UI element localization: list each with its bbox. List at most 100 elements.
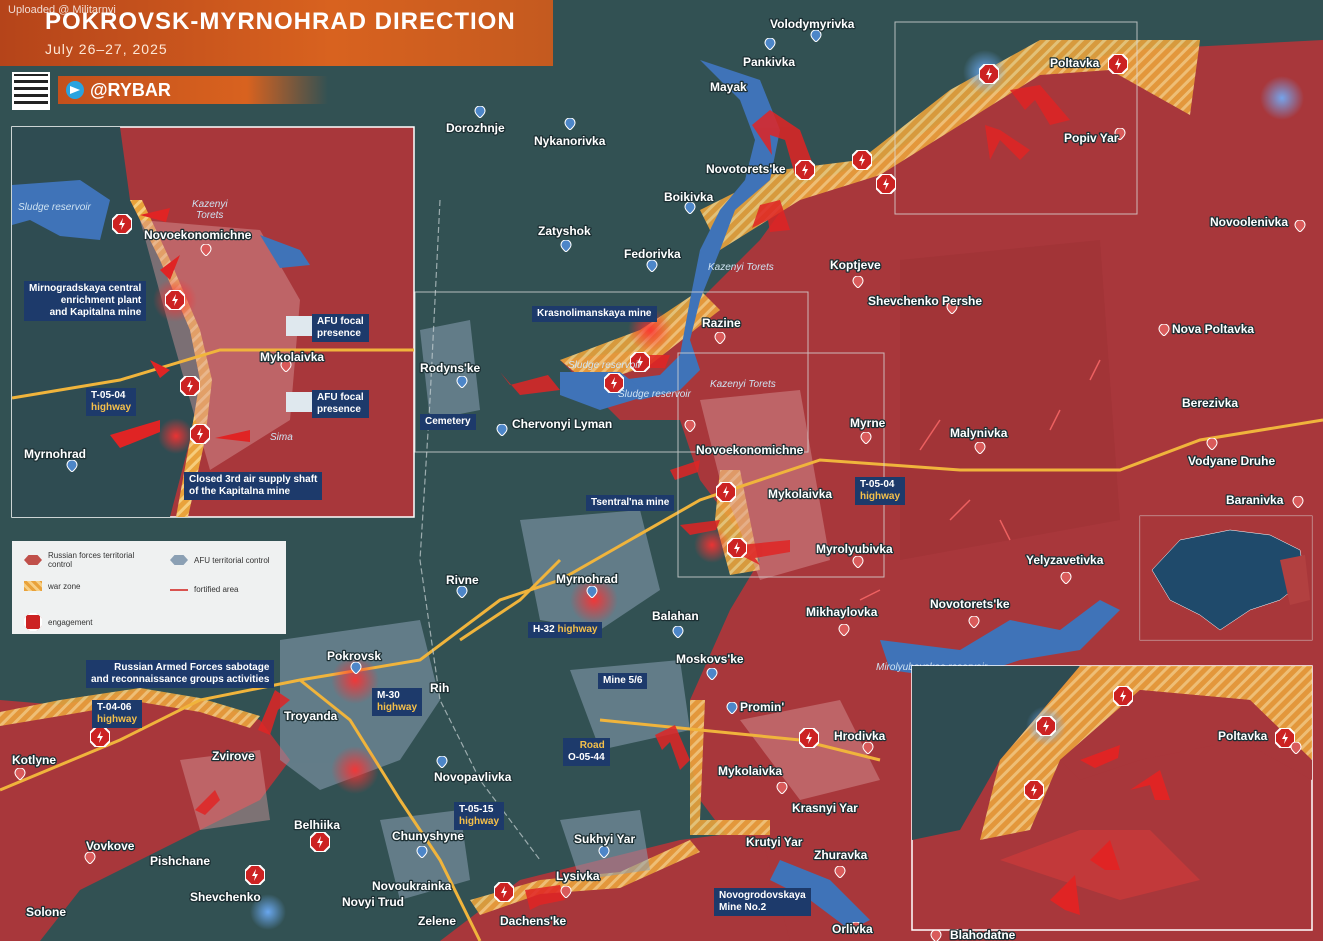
inset-town-label: Novoekonomichne — [144, 228, 252, 242]
town-label: Fedorivka — [624, 247, 681, 261]
town-label: Myrne — [850, 416, 886, 430]
town-label: Troyanda — [284, 709, 338, 723]
town-label: Blahodatne — [950, 928, 1016, 941]
callout-line: Novogrodovskaya — [719, 890, 806, 901]
town-label: Mikhaylovka — [806, 605, 878, 619]
callout-sabotage: Russian Armed Forces sabotage and reconn… — [86, 660, 275, 688]
inset-callout-plant: Mirnogradskaya central enrichment plant … — [24, 281, 147, 321]
town-label: Myrolyubivka — [816, 542, 893, 556]
town-label: Zvirove — [212, 749, 255, 763]
legend-russian: Russian forces territorial control — [24, 551, 143, 569]
river-label: Kazenyi Torets — [708, 262, 774, 273]
callout-line: Mirnogradskaya central — [29, 283, 142, 294]
map-legend: Russian forces territorial control AFU t… — [12, 541, 286, 634]
town-label: Yelyzavetivka — [1026, 553, 1104, 567]
telegram-icon[interactable] — [66, 81, 84, 99]
road-type: highway — [377, 702, 418, 713]
callout-cemetery: Cemetery — [420, 414, 476, 430]
fortified-swatch — [170, 588, 188, 591]
road-number: M-30 — [377, 690, 400, 701]
inset-river-label: Sima — [270, 432, 293, 443]
war-zone-swatch — [24, 581, 42, 591]
afu-control-swatch — [170, 555, 188, 565]
road-type: highway — [860, 491, 901, 502]
town-label: Popiv Yar — [1064, 131, 1119, 145]
reservoir-label: Sludge reservoir — [618, 389, 691, 400]
town-label: Pankivka — [743, 55, 795, 69]
town-label: Novoekonomichne — [696, 443, 804, 457]
town-label: Shevchenko — [190, 890, 261, 904]
town-label: Krasnyi Yar — [792, 801, 858, 815]
legend-war-label: war zone — [48, 581, 81, 591]
road-type: highway — [557, 624, 598, 635]
legend-fortified: fortified area — [170, 585, 238, 594]
town-label: Dorozhnje — [446, 121, 505, 135]
legend-afu-label: AFU territorial control — [194, 555, 270, 565]
brand-handle[interactable]: @RYBAR — [90, 80, 171, 101]
road-number: T-05-04 — [860, 479, 895, 490]
town-label: Malynivka — [950, 426, 1008, 440]
legend-war-zone: war zone — [24, 581, 80, 591]
operational-map: Volodymyrivka Pankivka Poltavka Mayak Do… — [0, 0, 1323, 941]
callout-novogrodovskaya: Novogrodovskaya Mine No.2 — [714, 888, 811, 916]
callout-line: Mine No.2 — [719, 902, 767, 913]
page-date: July 26–27, 2025 — [45, 41, 168, 57]
qr-code-icon[interactable] — [12, 72, 50, 110]
town-label: Mykolaivka — [768, 487, 832, 501]
callout-t0504: T-05-04 highway — [855, 477, 906, 505]
legend-engagement-label: engagement — [48, 617, 93, 627]
town-label: Novyi Trud — [342, 895, 404, 909]
callout-mine56: Mine 5/6 — [598, 673, 648, 689]
town-label: Berezivka — [1182, 396, 1238, 410]
legend-engagement: engagement — [24, 613, 92, 631]
road-type: Road — [579, 740, 605, 751]
inset-callout-afu-1: AFU focal presence — [312, 314, 369, 342]
legend-fortified-label: fortified area — [194, 585, 239, 594]
town-label: Belhiika — [294, 818, 340, 832]
town-label: Baranivka — [1226, 493, 1284, 507]
town-label: Nykanorivka — [534, 134, 606, 148]
town-label: Novoolenivka — [1210, 215, 1288, 229]
callout-line: AFU focal — [317, 392, 364, 403]
town-label: Rih — [430, 681, 449, 695]
town-label: Krutyi Yar — [746, 835, 803, 849]
town-label: Koptjeve — [830, 258, 881, 272]
road-type: highway — [459, 816, 500, 827]
inset-town-label: Myrnohrad — [24, 447, 86, 461]
inset-reservoir-label: Sludge reservoir — [18, 202, 91, 213]
callout-t0515: T-05-15 highway — [454, 802, 505, 830]
legend-russian-label: Russian forces territorial control — [48, 551, 135, 569]
town-label: Vodyane Druhe — [1188, 454, 1275, 468]
town-label: Hrodivka — [834, 729, 886, 743]
town-label: Promin' — [740, 700, 784, 714]
road-type: highway — [91, 402, 132, 413]
ukraine-minimap — [1140, 516, 1312, 640]
road-number: T-05-15 — [459, 804, 494, 815]
town-label: Vovkove — [86, 839, 135, 853]
road-type: highway — [97, 714, 138, 725]
town-label: Nova Poltavka — [1172, 322, 1254, 336]
town-label: Novopavlivka — [434, 770, 512, 784]
callout-o0544: Road O-05-44 — [563, 738, 610, 766]
inset-callout-afu-2: AFU focal presence — [312, 390, 369, 418]
town-label: Solone — [26, 905, 66, 919]
callout-line: presence — [317, 328, 361, 339]
town-label: Balahan — [652, 609, 699, 623]
legend-afu: AFU territorial control — [170, 555, 270, 565]
road-number: H-32 — [533, 624, 555, 635]
town-label: Pishchane — [150, 854, 210, 868]
town-label: Chunyshyne — [392, 829, 464, 843]
callout-line: enrichment plant — [60, 295, 142, 306]
town-label: Mykolaivka — [718, 764, 782, 778]
town-label: Rivne — [446, 573, 479, 587]
inset-river-label: Kazenyi — [192, 199, 228, 210]
town-label: Novotorets'ke — [706, 162, 786, 176]
town-label: Poltavka — [1050, 56, 1100, 70]
road-number: T-05-04 — [91, 390, 126, 401]
callout-line: and reconnaissance groups activities — [91, 674, 270, 685]
engagement-icon — [24, 613, 42, 631]
callout-line: and Kapitalna mine — [49, 307, 142, 318]
town-label: Novoukrainka — [372, 879, 452, 893]
callout-line: Closed 3rd air supply shaft — [189, 474, 318, 485]
russian-control-swatch — [24, 555, 42, 565]
